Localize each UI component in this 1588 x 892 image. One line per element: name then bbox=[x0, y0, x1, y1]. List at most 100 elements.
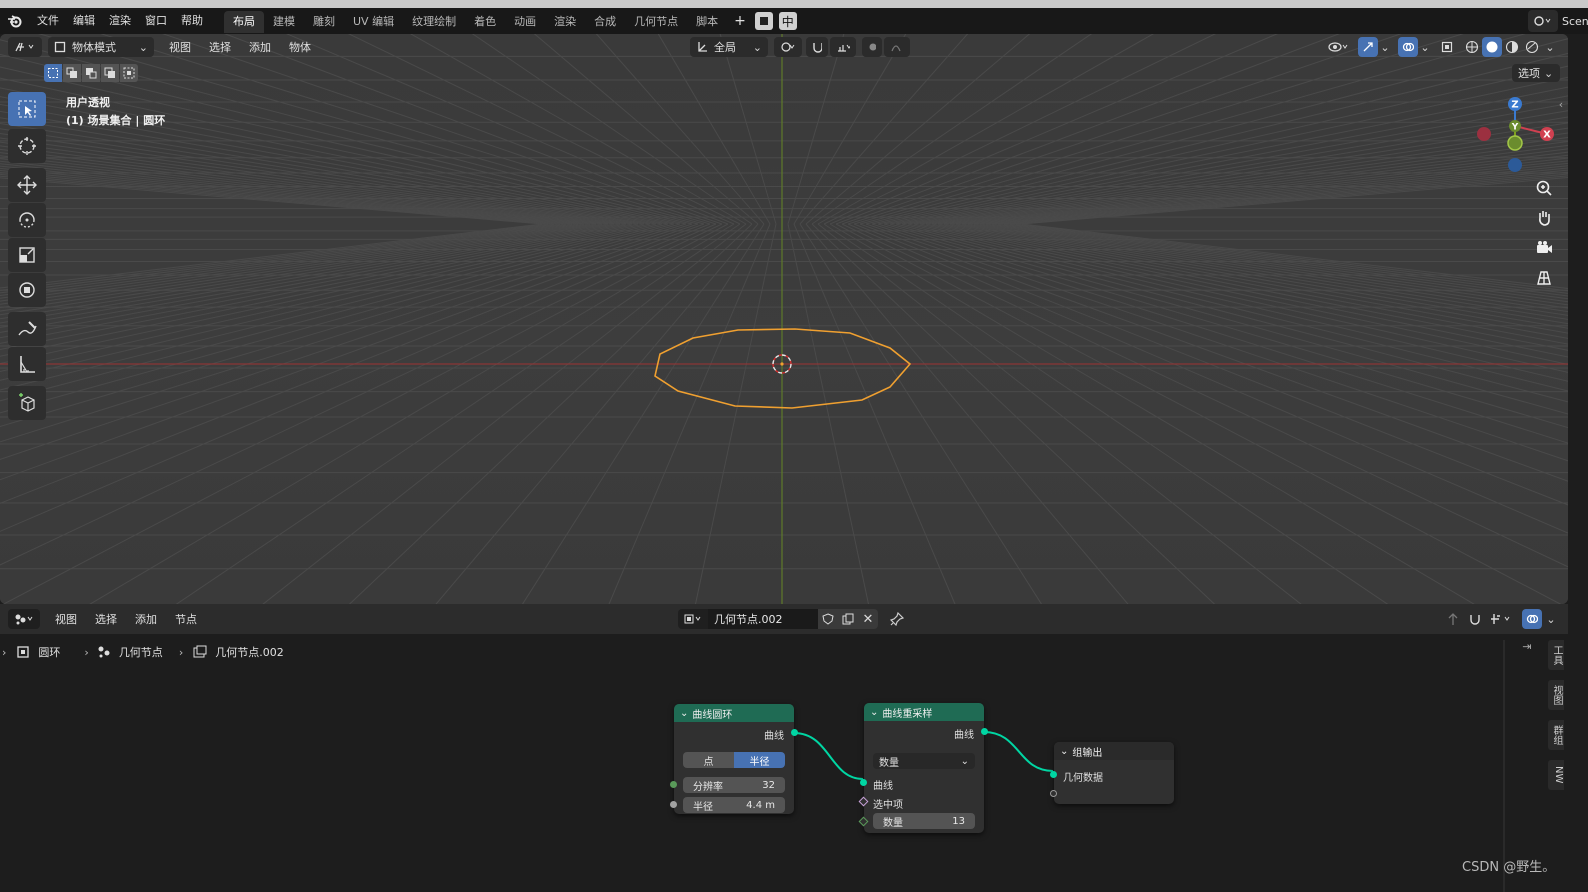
select-subtract-icon[interactable] bbox=[82, 64, 100, 82]
annotate-tool[interactable] bbox=[8, 312, 46, 346]
tab-uv-editing[interactable]: UV 编辑 bbox=[344, 11, 403, 33]
node-curve-circle[interactable]: ⌄ 曲线圆环 曲线 点 半径 分辨率 32 半径 4.4 m bbox=[670, 704, 798, 814]
ime-chinese-label[interactable]: 中 bbox=[778, 12, 797, 30]
input-socket-geometry[interactable] bbox=[1050, 771, 1057, 778]
menu-file[interactable]: 文件 bbox=[30, 8, 66, 34]
proportional-edit-button[interactable] bbox=[862, 37, 882, 57]
sidebar-toggle-arrow-icon[interactable]: ‹ bbox=[1556, 98, 1566, 111]
node-header[interactable]: ⌄ 曲线圆环 bbox=[674, 704, 794, 722]
count-label: 数量 bbox=[883, 817, 903, 829]
resolution-field[interactable]: 分辨率 32 bbox=[683, 777, 785, 793]
viewport-menu-select[interactable]: 选择 bbox=[200, 39, 240, 55]
object-mode-dropdown[interactable]: 物体模式 ⌄ bbox=[48, 37, 154, 57]
zoom-icon[interactable] bbox=[1530, 174, 1558, 202]
node-header[interactable]: ⌄ 曲线重采样 bbox=[864, 703, 984, 721]
tab-layout[interactable]: 布局 bbox=[224, 11, 264, 33]
falloff-button[interactable] bbox=[884, 37, 910, 57]
sidebar-tab-nw[interactable]: NW bbox=[1548, 760, 1564, 790]
blender-logo-icon[interactable] bbox=[0, 8, 30, 34]
menu-edit[interactable]: 编辑 bbox=[66, 8, 102, 34]
pivot-point-button[interactable] bbox=[774, 37, 802, 57]
mode-points-button[interactable]: 点 bbox=[683, 752, 734, 768]
snap-toggle-button[interactable] bbox=[806, 37, 828, 57]
measure-tool[interactable] bbox=[8, 347, 46, 381]
view-navigation-buttons bbox=[1530, 174, 1558, 292]
xray-toggle-icon[interactable] bbox=[1436, 41, 1458, 53]
input-socket-curve[interactable] bbox=[860, 779, 867, 786]
editor-type-button[interactable] bbox=[8, 37, 42, 57]
chevron-down-icon[interactable]: ⌄ bbox=[1542, 613, 1560, 626]
viewport-menu-object[interactable]: 物体 bbox=[280, 39, 320, 55]
node-overlays-icon[interactable] bbox=[1522, 609, 1542, 629]
show-overlays-icon[interactable] bbox=[1398, 37, 1418, 57]
add-cube-tool[interactable] bbox=[8, 386, 46, 420]
tab-animation[interactable]: 动画 bbox=[505, 11, 545, 33]
menu-render[interactable]: 渲染 bbox=[102, 8, 138, 34]
viewport-menu-add[interactable]: 添加 bbox=[240, 39, 280, 55]
snap-target-button[interactable] bbox=[830, 37, 856, 57]
3d-viewport[interactable]: 物体模式 ⌄ 视图 选择 添加 物体 全局 ⌄ ⌄ ⌄ ⌄ 选项 ⌄ 用户透视 … bbox=[0, 34, 1568, 604]
tab-scripting[interactable]: 脚本 bbox=[687, 11, 727, 33]
transform-tool[interactable] bbox=[8, 273, 46, 307]
sidebar-tab-tool[interactable]: 工具 bbox=[1548, 640, 1564, 670]
tab-geometry-nodes[interactable]: 几何节点 bbox=[625, 11, 687, 33]
chevron-down-icon[interactable]: ⌄ bbox=[1378, 41, 1392, 54]
select-intersect-icon[interactable] bbox=[120, 64, 138, 82]
node-group-output[interactable]: ⌄ 组输出 几何数据 bbox=[1050, 742, 1174, 804]
chevron-down-icon[interactable]: ⌄ bbox=[1542, 41, 1558, 54]
chevron-down-icon[interactable]: ⌄ bbox=[1060, 746, 1068, 757]
mode-radius-button[interactable]: 半径 bbox=[734, 752, 785, 768]
material-shading-icon[interactable] bbox=[1502, 40, 1522, 54]
sidebar-collapse-icon[interactable]: ⇥ bbox=[1518, 640, 1536, 653]
show-gizmo-icon[interactable] bbox=[1358, 37, 1378, 57]
count-field[interactable]: 数量 13 bbox=[873, 813, 975, 829]
cursor-tool[interactable] bbox=[8, 129, 46, 163]
tab-texture-paint[interactable]: 纹理绘制 bbox=[403, 11, 465, 33]
wireframe-shading-icon[interactable] bbox=[1462, 40, 1482, 54]
chevron-down-icon[interactable]: ⌄ bbox=[870, 707, 878, 718]
pan-hand-icon[interactable] bbox=[1530, 204, 1558, 232]
resolution-label: 分辨率 bbox=[693, 781, 723, 793]
scene-selector-icon[interactable] bbox=[1528, 10, 1558, 32]
scale-tool[interactable] bbox=[8, 238, 46, 272]
radius-field[interactable]: 半径 4.4 m bbox=[683, 797, 785, 813]
viewport-menu-view[interactable]: 视图 bbox=[160, 39, 200, 55]
tab-shading[interactable]: 着色 bbox=[465, 11, 505, 33]
camera-view-icon[interactable] bbox=[1530, 234, 1558, 262]
input-socket-radius[interactable] bbox=[670, 801, 677, 808]
tab-rendering[interactable]: 渲染 bbox=[545, 11, 585, 33]
resample-mode-dropdown[interactable]: 数量 ⌄ bbox=[873, 753, 975, 769]
node-resample-curve[interactable]: ⌄ 曲线重采样 曲线 数量 ⌄ 曲线 选中项 数量 13 bbox=[858, 703, 988, 833]
scene-name[interactable]: Scen bbox=[1562, 15, 1588, 28]
sidebar-tab-view[interactable]: 视图 bbox=[1548, 680, 1564, 710]
select-difference-icon[interactable] bbox=[101, 64, 119, 82]
output-socket-curve[interactable] bbox=[981, 728, 988, 735]
chevron-down-icon[interactable]: ⌄ bbox=[1418, 41, 1432, 54]
select-new-icon[interactable] bbox=[44, 64, 62, 82]
add-workspace-button[interactable]: + bbox=[727, 8, 753, 34]
rendered-shading-icon[interactable] bbox=[1522, 40, 1542, 54]
options-dropdown[interactable]: 选项 ⌄ bbox=[1512, 64, 1560, 82]
select-extend-icon[interactable] bbox=[63, 64, 81, 82]
solid-shading-icon[interactable] bbox=[1482, 37, 1502, 57]
move-tool[interactable] bbox=[8, 168, 46, 202]
menu-help[interactable]: 帮助 bbox=[174, 8, 210, 34]
navigation-gizmo[interactable]: Z Y X bbox=[1470, 92, 1562, 182]
rotate-tool[interactable] bbox=[8, 203, 46, 237]
tab-compositing[interactable]: 合成 bbox=[585, 11, 625, 33]
transform-orientation-dropdown[interactable]: 全局 ⌄ bbox=[690, 37, 768, 57]
select-box-tool[interactable] bbox=[8, 92, 46, 126]
output-socket-curve[interactable] bbox=[791, 729, 798, 736]
perspective-grid-icon[interactable] bbox=[1530, 264, 1558, 292]
chevron-down-icon[interactable]: ⌄ bbox=[680, 708, 688, 719]
tab-sculpting[interactable]: 雕刻 bbox=[304, 11, 344, 33]
ime-mode-icon[interactable] bbox=[754, 12, 773, 30]
tab-modeling[interactable]: 建模 bbox=[264, 11, 304, 33]
input-socket-resolution[interactable] bbox=[670, 781, 677, 788]
menu-window[interactable]: 窗口 bbox=[138, 8, 174, 34]
geometry-node-editor[interactable]: 视图 选择 添加 节点 几何节点.002 ✕ ⌄ › 圆环 › 几何节点 › 几… bbox=[0, 604, 1568, 892]
node-header[interactable]: ⌄ 组输出 bbox=[1054, 742, 1174, 760]
visibility-eye-icon[interactable] bbox=[1324, 41, 1354, 53]
input-socket-empty[interactable] bbox=[1050, 790, 1057, 797]
sidebar-tab-group[interactable]: 群组 bbox=[1548, 720, 1564, 750]
